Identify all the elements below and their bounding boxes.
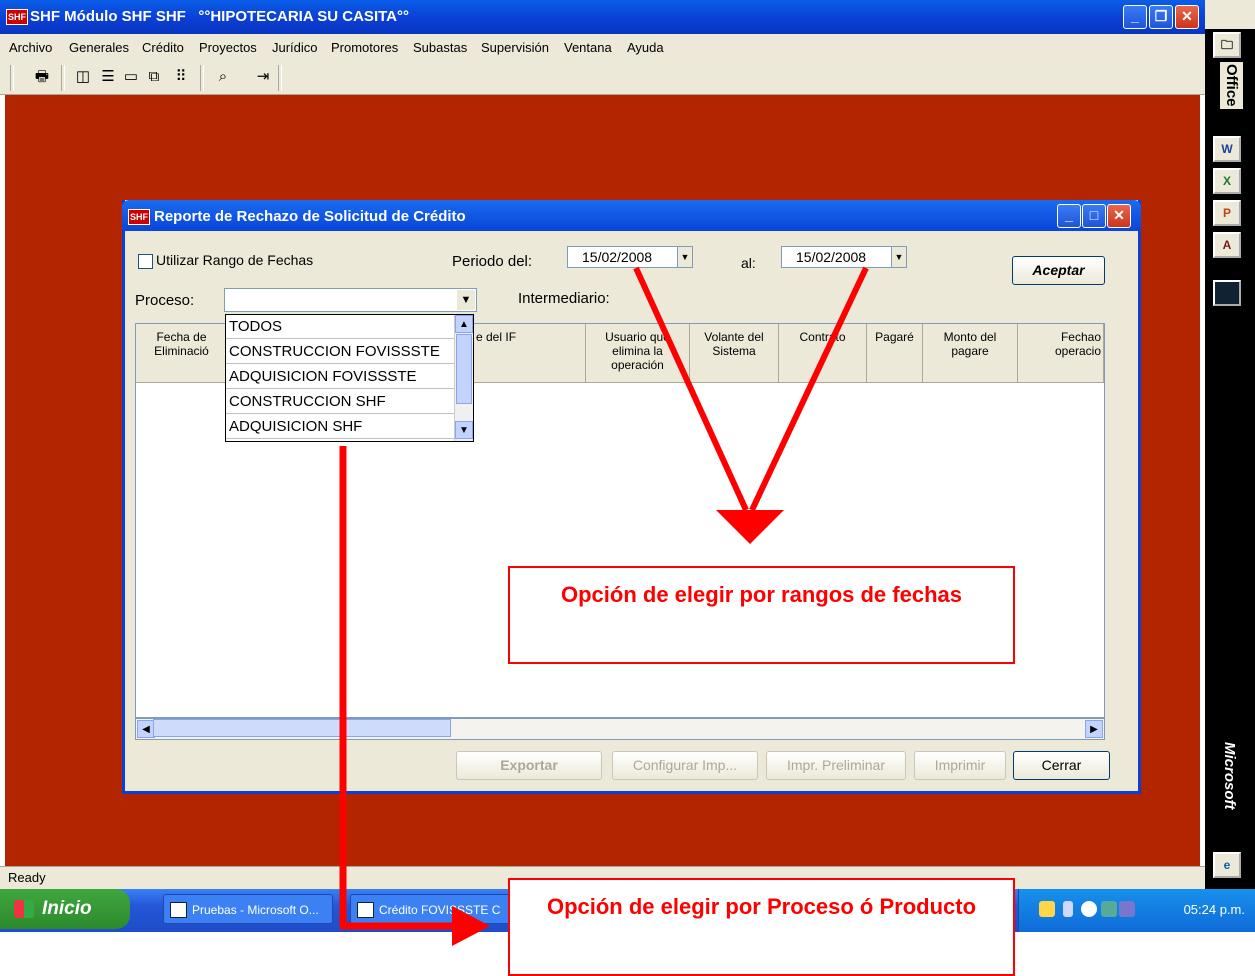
arrow-line-from-date — [633, 266, 749, 512]
annotation-dates: Opción de elegir por rangos de fechas — [508, 566, 1015, 664]
annotation-process: Opción de elegir por Proceso ó Producto — [508, 878, 1015, 976]
arrow-line-to-date — [749, 266, 869, 512]
arrow-head-process — [452, 906, 490, 946]
annotation-arrows — [339, 266, 869, 946]
arrow-head-dates — [716, 510, 784, 544]
